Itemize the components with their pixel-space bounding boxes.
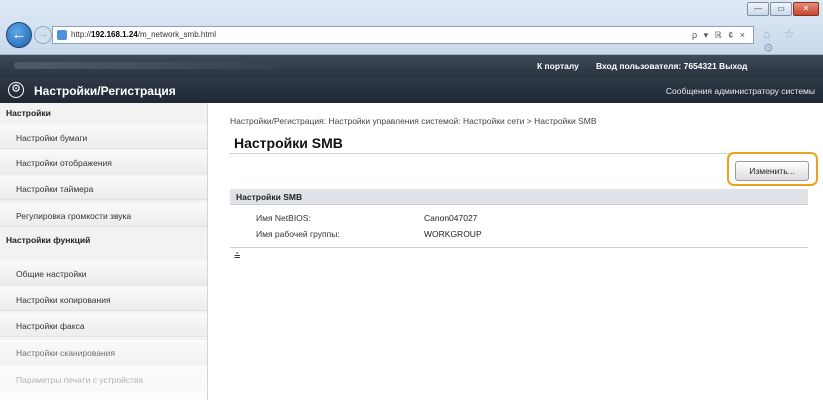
sidebar-item-display[interactable]: Настройки отображения [0,150,207,174]
setting-row-workgroup: Имя рабочей группы: WORKGROUP [230,226,808,242]
close-window-button[interactable]: ✕ [793,2,819,16]
page-icon [57,30,67,40]
sidebar-item-label: Настройки копирования [16,295,111,305]
sidebar-item-label: Настройки отображения [16,158,112,168]
setting-label: Имя NetBIOS: [256,213,311,223]
settings-logo-icon: ⚙ [8,82,24,98]
sidebar-item-label: Настройки сканирования [16,348,116,358]
title-bar: ⚙ Настройки/Регистрация Сообщения админи… [0,77,823,103]
sidebar-item-fax[interactable]: Настройки факса [0,313,207,337]
back-button[interactable]: ← [6,22,32,48]
sidebar-item-print-from-device[interactable]: Параметры печати с устройства [0,367,207,391]
sidebar-item-label: Настройки бумаги [16,133,88,143]
section-title: Настройки SMB [236,192,303,202]
sidebar-item-label: Регулировка громкости звука [16,211,132,221]
window-controls: — ▭ ✕ [747,2,819,16]
setting-label: Имя рабочей группы: [256,229,340,239]
address-tools[interactable]: ρ ▾ ℝ ¢ × [692,30,747,41]
sidebar-item-copy[interactable]: Настройки копирования [0,287,207,311]
sidebar-item-label: Общие настройки [16,269,87,279]
minimize-button[interactable]: — [747,2,769,16]
url-path: /m_network_smb.html [137,30,216,39]
forward-button[interactable]: → [34,26,52,44]
sidebar-item-volume[interactable]: Регулировка громкости звука [0,203,207,227]
sidebar-item-label: Настройки таймера [16,184,94,194]
sidebar-item-scan[interactable]: Настройки сканирования [0,340,207,364]
bottom-divider [230,247,808,248]
section-header: Настройки SMB [230,189,808,205]
sidebar: Настройки Настройки бумаги Настройки ото… [0,103,208,400]
breadcrumb: Настройки/Регистрация: Настройки управле… [230,116,597,126]
browser-nav-icons[interactable]: ⌂ ☆ ⚙ [763,27,823,55]
sidebar-item-common[interactable]: Общие настройки [0,261,207,285]
sidebar-section-functions: Настройки функций [6,235,91,245]
page-title: Настройки SMB [234,135,343,151]
app-title: Настройки/Регистрация [34,84,176,98]
title-divider [230,153,808,154]
setting-value: Canon047027 [424,213,478,223]
sidebar-item-timer[interactable]: Настройки таймера [0,176,207,200]
address-url[interactable]: http://192.168.1.24/m_network_smb.html [71,30,216,39]
maximize-button[interactable]: ▭ [770,2,792,16]
device-info-blurred [14,62,274,69]
setting-row-netbios: Имя NetBIOS: Canon047027 [230,210,808,226]
browser-chrome: — ▭ ✕ ← → http://192.168.1.24/m_network_… [0,0,823,55]
portal-link[interactable]: К порталу [537,61,579,71]
login-status[interactable]: Вход пользователя: 7654321 Выход [596,61,747,71]
sidebar-item-paper[interactable]: Настройки бумаги [0,125,207,149]
setting-value: WORKGROUP [424,229,482,239]
url-prefix: http:// [71,30,92,39]
top-bar: К порталу Вход пользователя: 7654321 Вых… [0,55,823,77]
admin-message-link[interactable]: Сообщения администратору системы [666,86,815,96]
sidebar-item-label: Параметры печати с устройства [16,375,144,385]
sidebar-item-label: Настройки факса [16,321,85,331]
address-bar[interactable]: http://192.168.1.24/m_network_smb.html ρ… [52,26,754,44]
url-host: 192.168.1.24 [91,30,138,39]
to-top-icon[interactable]: ⩮ [234,250,240,263]
sidebar-section-settings: Настройки [6,108,51,118]
edit-button[interactable]: Изменить... [735,161,809,181]
